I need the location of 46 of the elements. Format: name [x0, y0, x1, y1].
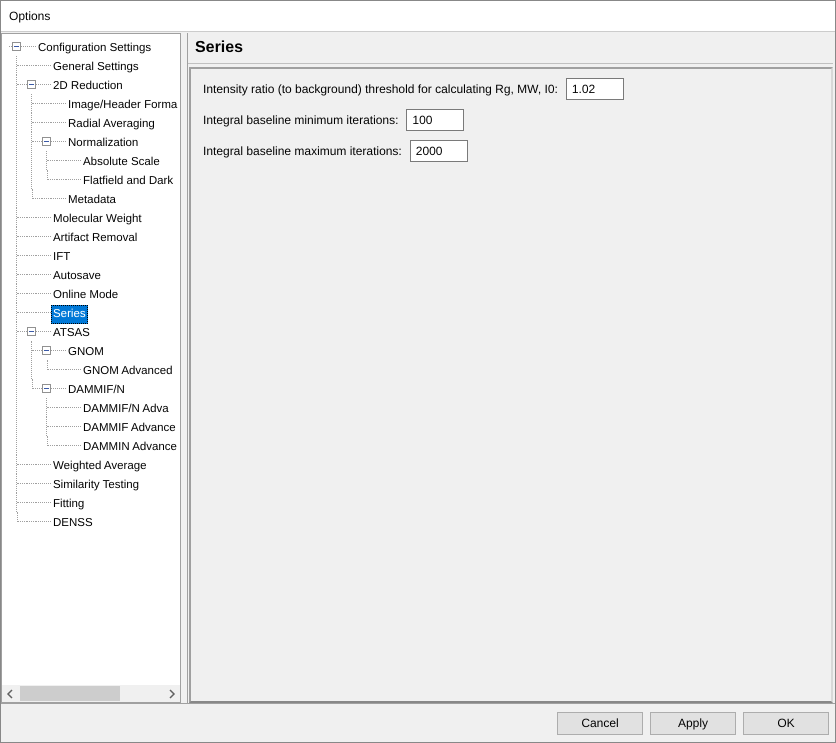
input-field[interactable]: 1.02	[566, 78, 624, 100]
tree-item[interactable]: IFT	[51, 248, 72, 267]
tree-item[interactable]: DAMMIF/N	[66, 381, 127, 400]
scroll-left-icon[interactable]	[6, 688, 14, 698]
collapse-icon[interactable]	[27, 327, 36, 336]
collapse-icon[interactable]	[42, 384, 51, 393]
tree-item[interactable]: Metadata	[66, 191, 118, 210]
tree-item[interactable]: DAMMIF/N Adva	[81, 400, 171, 419]
tree-item[interactable]: Series	[51, 305, 88, 324]
collapse-icon[interactable]	[42, 137, 51, 146]
input-field[interactable]: 100	[406, 109, 464, 131]
tree-item[interactable]: DAMMIF Advance	[81, 419, 178, 438]
collapse-icon[interactable]	[12, 42, 21, 51]
tree-item[interactable]: Similarity Testing	[51, 476, 142, 495]
tree-item[interactable]: ATSAS	[51, 324, 92, 343]
field-label: Integral baseline minimum iterations:	[203, 113, 398, 127]
dialog-button[interactable]: OK	[743, 712, 829, 734]
tree-item[interactable]: DENSS	[51, 514, 95, 533]
tree-item[interactable]: Autosave	[51, 267, 103, 286]
tree-item[interactable]: Image/Header Forma	[66, 96, 180, 115]
collapse-icon[interactable]	[27, 80, 36, 89]
dialog-button[interactable]: Apply	[650, 712, 736, 734]
tree-item[interactable]: 2D Reduction	[51, 77, 125, 96]
horizontal-scrollbar[interactable]	[2, 685, 180, 702]
tree-item[interactable]: Molecular Weight	[51, 210, 144, 229]
window-title: Options	[9, 9, 50, 23]
dialog-button[interactable]: Cancel	[557, 712, 643, 734]
field-label: Integral baseline maximum iterations:	[203, 144, 402, 158]
tree-item[interactable]: Artifact Removal	[51, 229, 140, 248]
tree-item[interactable]: Configuration Settings	[36, 39, 154, 58]
tree-item[interactable]: Absolute Scale	[81, 153, 162, 172]
tree-item[interactable]: Fitting	[51, 495, 86, 514]
tree-item[interactable]: Flatfield and Dark	[81, 172, 176, 191]
input-field[interactable]: 2000	[410, 140, 468, 162]
tree-item[interactable]: Radial Averaging	[66, 115, 157, 134]
panel-title: Series	[195, 39, 244, 57]
tree-item[interactable]: General Settings	[51, 58, 141, 77]
tree-item[interactable]: DAMMIN Advance	[81, 438, 179, 457]
collapse-icon[interactable]	[42, 346, 51, 355]
tree-item[interactable]: GNOM	[66, 343, 106, 362]
tree-item[interactable]: Online Mode	[51, 286, 120, 305]
tree-item[interactable]: Weighted Average	[51, 457, 149, 476]
scroll-right-icon[interactable]	[168, 688, 176, 698]
tree-item[interactable]: GNOM Advanced	[81, 362, 174, 381]
tree-item[interactable]: Normalization	[66, 134, 140, 153]
field-label: Intensity ratio (to background) threshold for calculating Rg, MW, I0:	[203, 82, 558, 96]
